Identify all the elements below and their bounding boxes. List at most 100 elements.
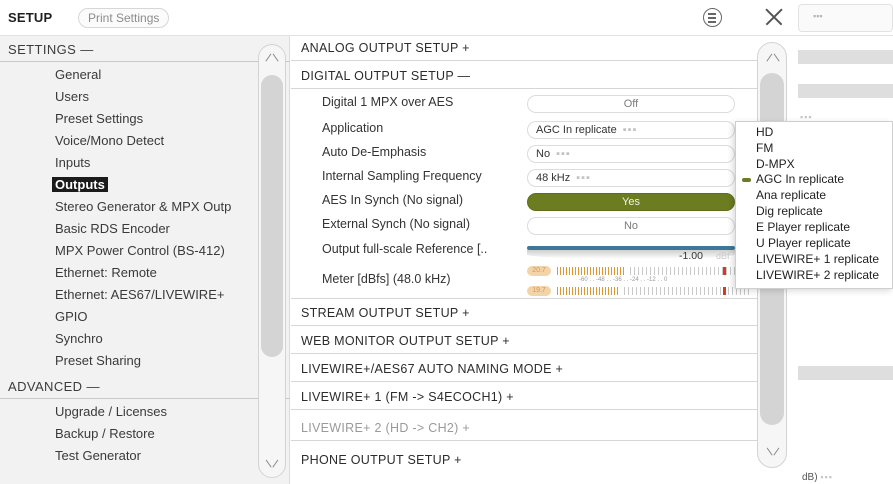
- sidebar-item-upgrade-licenses[interactable]: Upgrade / Licenses: [55, 404, 167, 419]
- dropdown-option-e-player-replicate[interactable]: E Player replicate: [756, 220, 850, 234]
- auto-deemphasis-select[interactable]: No ▪▪▪: [527, 145, 735, 163]
- dropdown-dots-icon: ▪▪▪: [576, 172, 591, 184]
- dropdown-dots-icon: ▪▪▪: [622, 124, 638, 136]
- livewire-2-header[interactable]: LIVEWIRE+ 2 (HD -> CH2) +: [301, 421, 470, 435]
- sidebar-item-ethernet-aes67[interactable]: Ethernet: AES67/LIVEWIRE+: [55, 287, 224, 302]
- background-window-header: ▪▪▪: [798, 4, 893, 32]
- output-settings-panel: ANALOG OUTPUT SETUP + DIGITAL OUTPUT SET…: [291, 36, 798, 484]
- sidebar-scrollbar[interactable]: [258, 44, 286, 478]
- background-bar: [798, 84, 893, 98]
- external-synch-toggle[interactable]: No: [527, 217, 735, 235]
- help-icon-line: [708, 17, 716, 19]
- meter-left-bar: [557, 267, 626, 275]
- sampling-frequency-select[interactable]: 48 kHz ▪▪▪: [527, 169, 735, 187]
- dropdown-option-livewire-1-replicate[interactable]: LIVEWIRE+ 1 replicate: [756, 252, 879, 266]
- help-icon-line: [708, 21, 716, 23]
- analog-output-setup-header[interactable]: ANALOG OUTPUT SETUP +: [301, 41, 470, 55]
- mpx-over-aes-label: Digital 1 MPX over AES: [322, 95, 454, 109]
- external-synch-label: External Synch (No signal): [322, 217, 470, 231]
- meter-right-track: [624, 287, 749, 295]
- aes-synch-indicator: Yes: [527, 193, 735, 211]
- aes-synch-value: Yes: [622, 196, 640, 208]
- sidebar-item-preset-settings[interactable]: Preset Settings: [55, 111, 143, 126]
- print-settings-button[interactable]: Print Settings: [78, 8, 170, 28]
- sidebar-item-general[interactable]: General: [55, 67, 101, 82]
- sidebar-item-inputs[interactable]: Inputs: [55, 155, 90, 170]
- dropdown-option-fm[interactable]: FM: [756, 141, 773, 155]
- help-icon[interactable]: [703, 8, 722, 27]
- meter-label: Meter [dBfs] (48.0 kHz): [322, 272, 451, 286]
- settings-sidebar: SETTINGS — General Users Preset Settings…: [0, 36, 290, 484]
- mpx-over-aes-value: Off: [623, 98, 639, 110]
- phone-output-setup-header[interactable]: PHONE OUTPUT SETUP +: [301, 453, 462, 467]
- sidebar-item-users[interactable]: Users: [55, 89, 89, 104]
- sidebar-item-synchro[interactable]: Synchro: [55, 331, 103, 346]
- digital-output-setup-header[interactable]: DIGITAL OUTPUT SETUP —: [301, 69, 470, 83]
- sidebar-item-ethernet-remote[interactable]: Ethernet: Remote: [55, 265, 157, 280]
- settings-header[interactable]: SETTINGS —: [8, 42, 94, 57]
- dropdown-option-hd[interactable]: HD: [756, 125, 773, 139]
- divider: [0, 398, 290, 399]
- sidebar-item-preset-sharing[interactable]: Preset Sharing: [55, 353, 141, 368]
- sidebar-item-test-generator[interactable]: Test Generator: [55, 448, 141, 463]
- livewire-auto-naming-header[interactable]: LIVEWIRE+/AES67 AUTO NAMING MODE +: [301, 362, 563, 376]
- scroll-down-icon[interactable]: [766, 445, 780, 459]
- divider: [291, 381, 758, 382]
- divider: [291, 298, 758, 299]
- meter-left-track: [630, 267, 749, 275]
- sidebar-item-stereo-generator[interactable]: Stereo Generator & MPX Outp: [55, 199, 231, 214]
- dropdown-option-dig-replicate[interactable]: Dig replicate: [756, 204, 823, 218]
- dropdown-option-agc-in-replicate[interactable]: AGC In replicate: [756, 172, 844, 186]
- application-select[interactable]: AGC In replicate ▪▪▪: [527, 121, 735, 139]
- top-bar: SETUP Print Settings ▪▪▪: [0, 0, 893, 36]
- web-monitor-output-setup-header[interactable]: WEB MONITOR OUTPUT SETUP +: [301, 334, 510, 348]
- dropdown-option-ana-replicate[interactable]: Ana replicate: [756, 188, 826, 202]
- level-meter: 20.7 -60 . . -48 . . -36 . . -24 . . -12…: [527, 264, 752, 298]
- page-title: SETUP: [8, 10, 53, 25]
- background-label: dB) ▪▪▪: [802, 472, 833, 483]
- external-synch-value: No: [623, 220, 639, 232]
- sidebar-item-gpio[interactable]: GPIO: [55, 309, 88, 324]
- divider: [291, 353, 758, 354]
- divider: [291, 88, 758, 89]
- sidebar-item-basic-rds-encoder[interactable]: Basic RDS Encoder: [55, 221, 170, 236]
- meter-left-value: 20.7: [527, 266, 551, 276]
- scroll-down-icon[interactable]: [265, 457, 279, 471]
- divider: [291, 325, 758, 326]
- advanced-header[interactable]: ADVANCED —: [8, 379, 100, 394]
- meter-right-bar: [557, 287, 620, 295]
- sampling-frequency-label: Internal Sampling Frequency: [322, 169, 482, 183]
- sidebar-item-voice-mono-detect[interactable]: Voice/Mono Detect: [55, 133, 164, 148]
- dropdown-option-u-player-replicate[interactable]: U Player replicate: [756, 236, 851, 250]
- fullscale-reference-value: -1.00: [679, 250, 703, 262]
- stream-output-setup-header[interactable]: STREAM OUTPUT SETUP +: [301, 306, 470, 320]
- fullscale-reference-label: Output full-scale Reference [..: [322, 242, 488, 256]
- dropdown-dots-icon: ▪▪▪: [556, 148, 571, 160]
- application-value: AGC In replicate: [536, 124, 617, 136]
- background-bar: [798, 50, 893, 64]
- meter-right-peak: [723, 287, 726, 295]
- sidebar-item-mpx-power-control[interactable]: MPX Power Control (BS-412): [55, 243, 225, 258]
- close-icon[interactable]: [763, 6, 785, 28]
- mpx-over-aes-toggle[interactable]: Off: [527, 95, 735, 113]
- aes-synch-label: AES In Synch (No signal): [322, 193, 464, 207]
- auto-deemphasis-label: Auto De-Emphasis: [322, 145, 427, 159]
- meter-left-peak: [723, 267, 726, 275]
- sidebar-item-outputs[interactable]: Outputs: [52, 177, 108, 192]
- background-dots: ▪▪▪: [813, 11, 823, 21]
- divider: [291, 409, 758, 410]
- dropdown-option-dmpx[interactable]: D-MPX: [756, 157, 795, 171]
- application-dropdown-menu: HD FM D-MPX AGC In replicate Ana replica…: [735, 121, 893, 289]
- sidebar-item-backup-restore[interactable]: Backup / Restore: [55, 426, 155, 441]
- scroll-up-icon[interactable]: [265, 51, 279, 65]
- sidebar-scroll-thumb[interactable]: [261, 75, 283, 357]
- help-icon-line: [708, 13, 716, 15]
- slider-shadow: [527, 250, 735, 259]
- sampling-frequency-value: 48 kHz: [536, 172, 571, 184]
- auto-deemphasis-value: No: [536, 148, 551, 160]
- scroll-up-icon[interactable]: [766, 51, 780, 65]
- livewire-1-header[interactable]: LIVEWIRE+ 1 (FM -> S4ECOCH1) +: [301, 390, 514, 404]
- fullscale-reference-unit: dBf: [716, 251, 730, 261]
- divider: [291, 440, 758, 441]
- dropdown-option-livewire-2-replicate[interactable]: LIVEWIRE+ 2 replicate: [756, 268, 879, 282]
